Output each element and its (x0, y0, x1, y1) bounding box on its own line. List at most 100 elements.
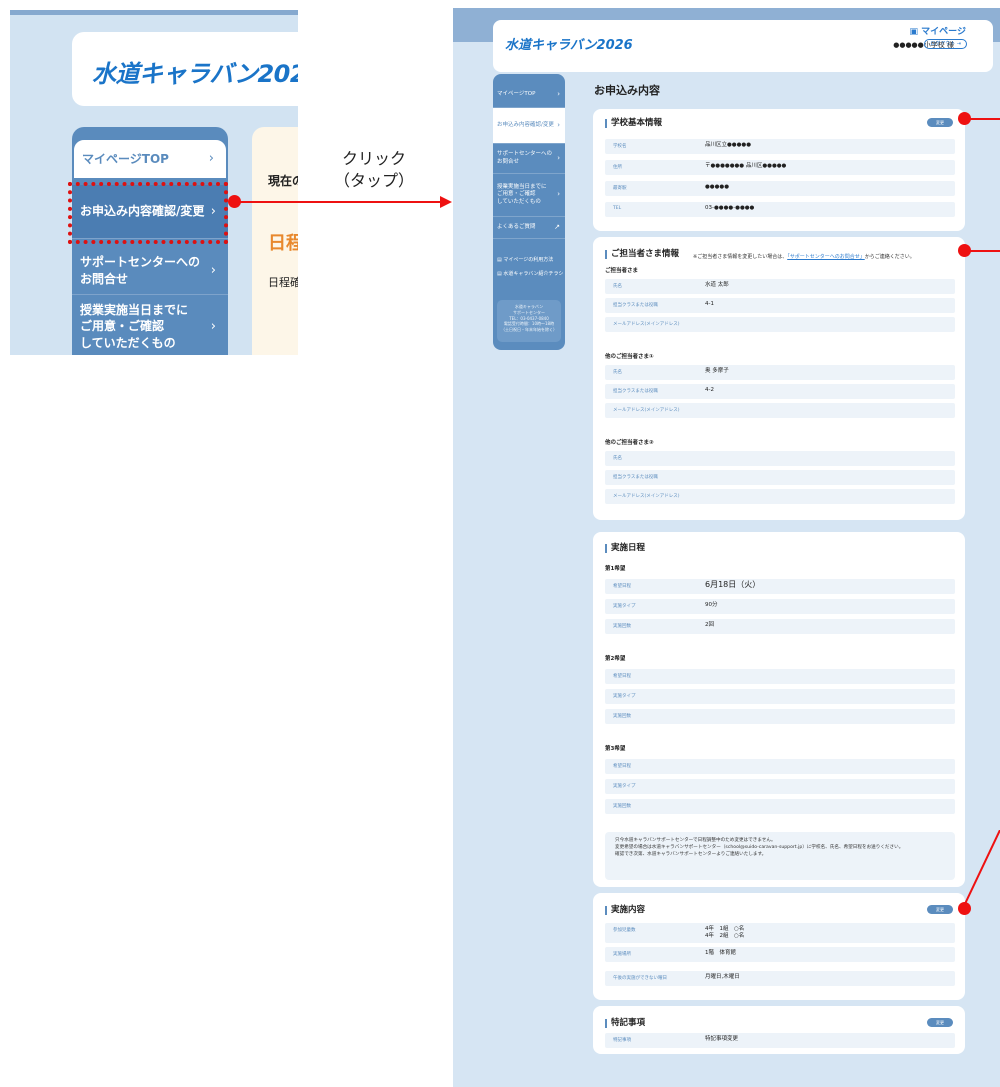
zoom-note: 日程確定 今しばら (268, 276, 298, 289)
mypage-link[interactable]: ▣ マイページ (910, 24, 966, 37)
row-label: 氏名 (613, 456, 622, 461)
zoom-nav-item-2[interactable]: サポートセンターへの お問合せ › (72, 247, 228, 295)
logout-icon: ⇥ (956, 41, 961, 47)
row-label: 参加児童数 (613, 928, 636, 933)
info-row: 特記事項 特記事項変更 (605, 1033, 955, 1048)
sidebar-item-label: お申込み内容確認/変更 (497, 121, 554, 128)
row-value: 4-1 (705, 301, 714, 307)
sidebar-item-label: サポートセンターへの お問合せ (497, 151, 553, 165)
row-label: 担当クラスまたは役職 (613, 303, 658, 308)
sidebar-item-label: マイページTOP (497, 90, 536, 97)
zoom-nav-label: マイページTOP (82, 151, 169, 166)
chevron-right-icon: › (557, 190, 560, 199)
logout-button[interactable]: ログアウト ⇥ (924, 39, 967, 49)
content-heading: 実施内容 (605, 905, 645, 916)
group-heading: 第1希望 (605, 566, 626, 572)
row-label: 実施タイプ (613, 784, 636, 789)
highlight-dotted-frame (68, 182, 228, 244)
zoomed-inset: 水道キャラバン2026 現在の 日程 日程確定 今しばら マイページTOP›お申… (10, 10, 298, 355)
info-row: メールアドレス(メインアドレス) (605, 489, 955, 504)
chevron-right-icon: › (557, 153, 560, 162)
edit-button[interactable]: 変更 (927, 118, 953, 127)
sidebar-item-1[interactable]: お申込み内容確認/変更 › (493, 108, 565, 144)
row-value: 4-2 (705, 387, 714, 393)
row-value: 月曜日,木曜日 (705, 974, 740, 980)
sidebar-item-2[interactable]: サポートセンターへの お問合せ › (493, 144, 565, 174)
row-label: メールアドレス(メインアドレス) (613, 322, 680, 327)
row-label: メールアドレス(メインアドレス) (613, 494, 680, 499)
sidebar-item-4[interactable]: よくあるご質問 ↗ (493, 217, 565, 239)
contact-heading: ご担当者さま情報 (605, 249, 679, 260)
sidebar-item-3[interactable]: 授業実施当日までに ご用意・ご確認 していただくもの › (493, 174, 565, 217)
contact-note-post: からご連絡ください。 (864, 254, 915, 260)
row-label: 氏名 (613, 370, 622, 375)
info-row: 実施回数 (605, 799, 955, 814)
zoom-schedule-label: 日程 (268, 233, 298, 254)
row-label: 実施タイプ (613, 604, 636, 609)
row-value: 奥 多摩子 (705, 368, 729, 374)
info-row: 氏名 水道 太郎 (605, 279, 955, 294)
school-info-heading: 学校基本情報 (605, 118, 662, 129)
click-label: クリック （タップ） (333, 149, 414, 190)
zoom-nav-label: サポートセンターへの お問合せ (80, 255, 201, 286)
zoom-nav-item-0[interactable]: マイページTOP › (72, 138, 228, 180)
notes-heading: 特記事項 (605, 1018, 645, 1029)
info-row: 氏名 奥 多摩子 (605, 365, 955, 380)
support-text: 水道キャラバン サポートセンター TEL：03-0437-0840 電話受付時間… (501, 304, 557, 333)
edit-button[interactable]: 変更 (927, 905, 953, 914)
zoom-nav-label: 授業実施当日までに ご用意・ご確認 していただくもの (80, 303, 189, 350)
row-label: 希望日程 (613, 584, 631, 589)
info-row: 実施タイプ (605, 689, 955, 704)
external-link-icon: ↗ (554, 222, 560, 231)
row-value: 水道 太郎 (705, 282, 729, 288)
flyer-link[interactable]: ▤ 水道キャラバン紹介チラシ (497, 270, 563, 277)
usage-guide-label: マイページの利用方法 (503, 257, 554, 263)
row-value: 2回 (705, 622, 714, 628)
content-marker-line (963, 830, 1000, 907)
info-row: TEL 03-●●●●-●●●● (605, 202, 955, 217)
row-label: 希望日程 (613, 764, 631, 769)
row-label: 特記事項 (613, 1038, 631, 1043)
row-value: 特記事項変更 (705, 1036, 739, 1042)
sidebar-item-0[interactable]: マイページTOP › (493, 82, 565, 108)
row-label: 最寄駅 (613, 186, 627, 191)
zoom-nav-item-3[interactable]: 授業実施当日までに ご用意・ご確認 していただくもの › (72, 296, 228, 355)
row-label: 希望日程 (613, 674, 631, 679)
info-row: 最寄駅 ●●●●● (605, 181, 955, 196)
chevron-right-icon: › (557, 89, 560, 98)
edit-marker-line (968, 118, 1000, 120)
row-value: 〒●●●●●●● 品川区●●●●● (705, 163, 787, 169)
mypage-icon: ▣ (909, 27, 922, 37)
info-row: 担当クラスまたは役職 (605, 470, 955, 485)
info-row: 学校名 品川区立●●●●● (605, 139, 955, 154)
info-row: 担当クラスまたは役職 4-2 (605, 384, 955, 399)
row-label: メールアドレス(メインアドレス) (613, 408, 680, 413)
row-label: 実施回数 (613, 624, 631, 629)
contact-note: ※ご担当者さま情報を変更したい場合は、「サポートセンターへのお問合せ」からご連絡… (693, 253, 915, 260)
flyer-label: 水道キャラバン紹介チラシ (503, 271, 564, 277)
zoom-logo: 水道キャラバン2026 (92, 60, 298, 88)
row-value: 4年 1組 ○名 4年 2組 ○名 (705, 926, 745, 940)
edit-button[interactable]: 変更 (927, 1018, 953, 1027)
group-heading: 第2希望 (605, 656, 626, 662)
group-heading: 他のご担当者さま① (605, 354, 654, 360)
row-value: 品川区立●●●●● (705, 142, 751, 148)
support-inquiry-link[interactable]: 「サポートセンターへのお問合せ」 (787, 254, 865, 260)
info-row: 実施タイプ (605, 779, 955, 794)
site-logo[interactable]: 水道キャラバン2026 (505, 34, 633, 53)
contact-note-pre: ※ご担当者さま情報を変更したい場合は、 (693, 254, 788, 260)
row-value: 6月18日（火） (705, 580, 761, 589)
row-label: 実施タイプ (613, 694, 636, 699)
schedule-notice: 只今水道キャラバンサポートセンターで日程調整中のため変更はできません。 変更希望… (605, 832, 955, 880)
chevron-right-icon: › (557, 120, 560, 129)
info-row: 住所 〒●●●●●●● 品川区●●●●● (605, 160, 955, 175)
row-label: 実施場所 (613, 952, 631, 957)
chevron-right-icon: › (210, 262, 216, 278)
row-value: 1階 体育館 (705, 950, 736, 956)
contact-marker-line (968, 250, 1000, 252)
info-row: 希望日程 6月18日（火） (605, 579, 955, 594)
usage-guide-link[interactable]: ▤ マイページの利用方法 (497, 256, 553, 263)
row-label: 午後の実施ができない曜日 (613, 976, 667, 981)
row-label: 担当クラスまたは役職 (613, 389, 658, 394)
sidebar-item-label: 授業実施当日までに ご用意・ご確認 していただくもの (497, 183, 547, 205)
